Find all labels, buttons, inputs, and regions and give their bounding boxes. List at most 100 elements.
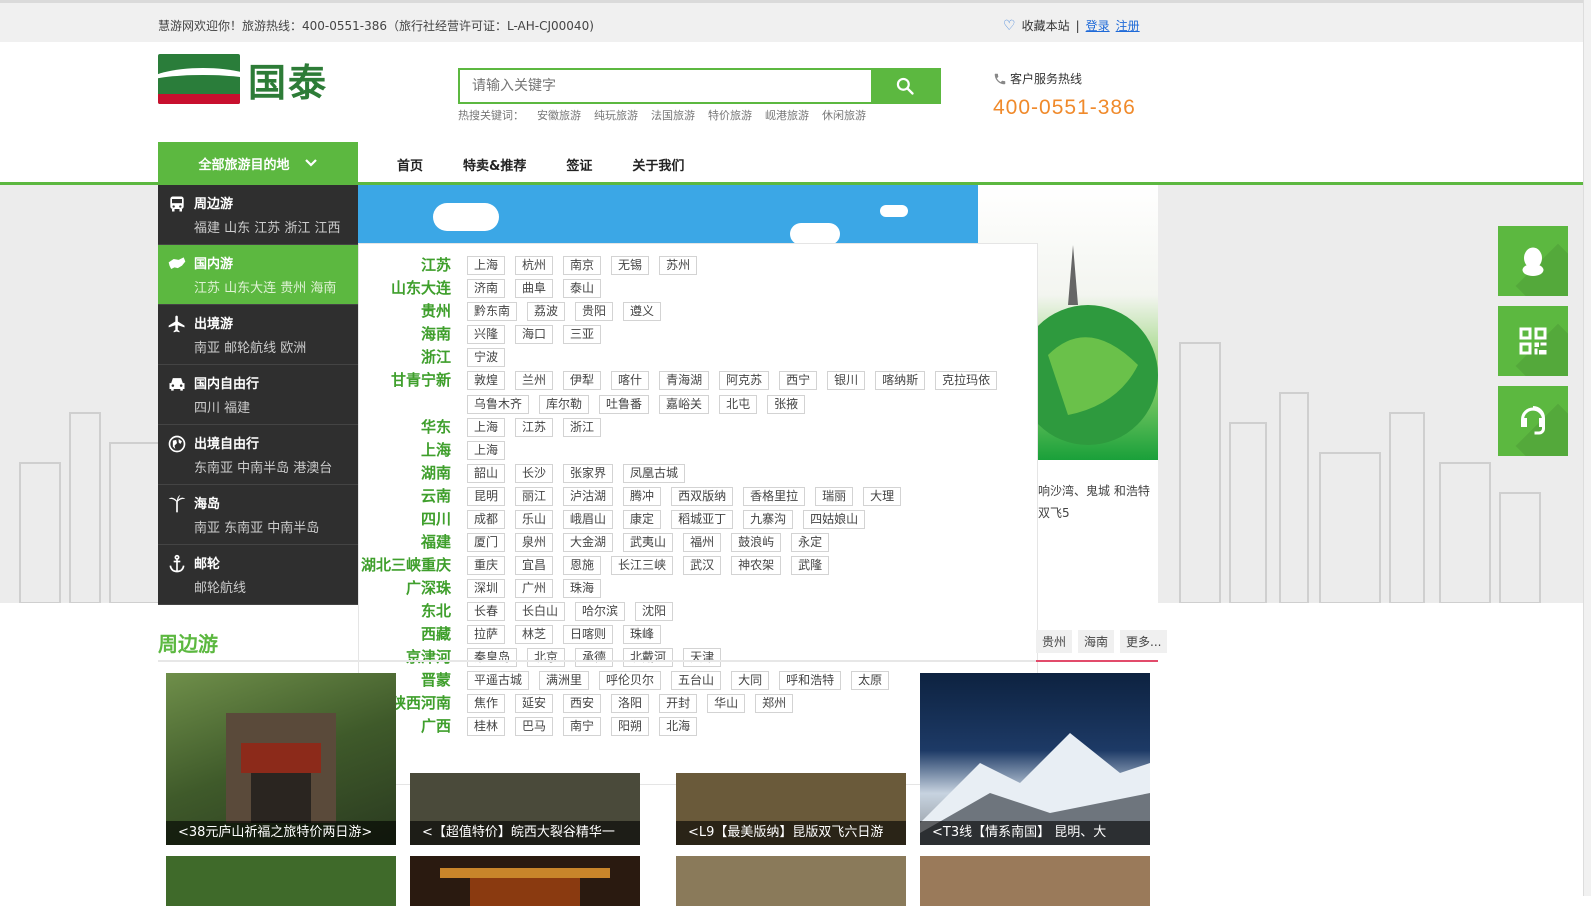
destination-city-chip[interactable]: 峨眉山 — [563, 510, 614, 529]
destination-city-chip[interactable]: 珠峰 — [623, 625, 662, 644]
destination-city-chip[interactable]: 西宁 — [779, 371, 818, 390]
destination-region[interactable]: 甘青宁新 — [359, 371, 467, 389]
destination-city-chip[interactable]: 呼伦贝尔 — [599, 671, 662, 690]
search-button[interactable] — [871, 70, 939, 102]
destination-region[interactable]: 西藏 — [359, 625, 467, 643]
tour-card[interactable]: <【超值特价】皖西大裂谷精华一 — [410, 773, 640, 845]
category-domestic-free[interactable]: 国内自由行 四川 福建 — [158, 365, 358, 425]
category-nearby[interactable]: 周边游 福建 山东 江苏 浙江 江西 — [158, 185, 358, 245]
qr-code-button[interactable] — [1498, 306, 1568, 376]
destination-city-chip[interactable]: 济南 — [467, 279, 506, 298]
destination-city-chip[interactable]: 林芝 — [515, 625, 554, 644]
qq-chat-button[interactable] — [1498, 226, 1568, 296]
hot-keyword[interactable]: 法国旅游 — [651, 107, 695, 123]
destination-city-chip[interactable]: 敦煌 — [467, 371, 506, 390]
destination-city-chip[interactable]: 延安 — [515, 694, 554, 713]
destination-region[interactable]: 广深珠 — [359, 579, 467, 597]
destination-city-chip[interactable]: 吐鲁番 — [599, 395, 650, 414]
destination-city-chip[interactable]: 韶山 — [467, 464, 506, 483]
section-tab[interactable]: 贵州 — [1036, 630, 1073, 653]
destination-city-chip[interactable]: 开封 — [659, 694, 698, 713]
destination-city-chip[interactable]: 平遥古城 — [467, 671, 530, 690]
destination-city-chip[interactable]: 北海 — [659, 717, 698, 736]
nav-item-visa[interactable]: 签证 — [566, 155, 592, 174]
destination-city-chip[interactable]: 宁波 — [467, 348, 506, 367]
destination-city-chip[interactable]: 浙江 — [563, 418, 602, 437]
destination-city-chip[interactable]: 大理 — [863, 487, 902, 506]
heart-icon[interactable]: ♡ — [1003, 18, 1016, 34]
destination-city-chip[interactable]: 杭州 — [515, 256, 554, 275]
destination-city-chip[interactable]: 哈尔滨 — [575, 602, 626, 621]
destination-city-chip[interactable]: 银川 — [827, 371, 866, 390]
destination-city-chip[interactable]: 永定 — [791, 533, 830, 552]
destination-city-chip[interactable]: 洛阳 — [611, 694, 650, 713]
destination-city-chip[interactable]: 郑州 — [755, 694, 794, 713]
destination-city-chip[interactable]: 瑞丽 — [815, 487, 854, 506]
destination-city-chip[interactable]: 武夷山 — [623, 533, 674, 552]
destination-city-chip[interactable]: 伊犁 — [563, 371, 602, 390]
destination-region[interactable]: 贵州 — [359, 302, 467, 320]
destination-city-chip[interactable]: 张家界 — [563, 464, 614, 483]
destination-city-chip[interactable]: 长白山 — [515, 602, 566, 621]
tour-card[interactable] — [166, 856, 396, 906]
destination-city-chip[interactable]: 秦皇岛 — [467, 648, 518, 667]
destination-city-chip[interactable]: 海口 — [515, 325, 554, 344]
nav-item-home[interactable]: 首页 — [397, 155, 423, 174]
destination-city-chip[interactable]: 拉萨 — [467, 625, 506, 644]
destination-city-chip[interactable]: 焦作 — [467, 694, 506, 713]
destination-city-chip[interactable]: 武隆 — [791, 556, 830, 575]
tour-card[interactable] — [410, 856, 640, 906]
destination-region[interactable]: 海南 — [359, 325, 467, 343]
destination-region[interactable]: 山东大连 — [359, 279, 467, 297]
destination-city-chip[interactable]: 四姑娘山 — [803, 510, 866, 529]
destination-region[interactable]: 东北 — [359, 602, 467, 620]
destination-city-chip[interactable]: 太原 — [851, 671, 890, 690]
destination-city-chip[interactable]: 巴马 — [515, 717, 554, 736]
hot-keyword[interactable]: 岘港旅游 — [765, 107, 809, 123]
tour-card[interactable]: <L9【最美版纳】昆版双飞六日游 — [676, 773, 906, 845]
category-outbound-free[interactable]: 出境自由行 东南亚 中南半岛 港澳台 — [158, 425, 358, 485]
destination-city-chip[interactable]: 喀纳斯 — [875, 371, 926, 390]
destination-region[interactable]: 华东 — [359, 418, 467, 436]
destination-city-chip[interactable]: 长沙 — [515, 464, 554, 483]
destination-city-chip[interactable]: 南京 — [563, 256, 602, 275]
destination-city-chip[interactable]: 泉州 — [515, 533, 554, 552]
destination-city-chip[interactable]: 阿克苏 — [719, 371, 770, 390]
destination-city-chip[interactable]: 青海湖 — [659, 371, 710, 390]
destination-city-chip[interactable]: 满洲里 — [539, 671, 590, 690]
destination-city-chip[interactable]: 南宁 — [563, 717, 602, 736]
login-link[interactable]: 登录 — [1086, 17, 1110, 34]
destination-city-chip[interactable]: 曲阜 — [515, 279, 554, 298]
destination-city-chip[interactable]: 黔东南 — [467, 302, 518, 321]
destination-city-chip[interactable]: 日喀则 — [563, 625, 614, 644]
destination-city-chip[interactable]: 泸沽湖 — [563, 487, 614, 506]
destination-city-chip[interactable]: 福州 — [683, 533, 722, 552]
destination-city-chip[interactable]: 北屯 — [719, 395, 758, 414]
destination-city-chip[interactable]: 承德 — [575, 648, 614, 667]
destination-city-chip[interactable]: 香格里拉 — [743, 487, 806, 506]
destination-city-chip[interactable]: 腾冲 — [623, 487, 662, 506]
tour-card[interactable] — [676, 856, 906, 906]
tour-card[interactable]: <38元庐山祈福之旅特价两日游> — [166, 673, 396, 845]
hot-keyword[interactable]: 纯玩旅游 — [594, 107, 638, 123]
hot-keyword[interactable]: 安徽旅游 — [537, 107, 581, 123]
destination-city-chip[interactable]: 喀什 — [611, 371, 650, 390]
destination-city-chip[interactable]: 康定 — [623, 510, 662, 529]
destination-city-chip[interactable]: 广州 — [515, 579, 554, 598]
destination-region[interactable]: 江苏 — [359, 256, 467, 274]
destination-city-chip[interactable]: 遵义 — [623, 302, 662, 321]
destination-city-chip[interactable]: 稻城亚丁 — [671, 510, 734, 529]
destination-city-chip[interactable]: 北戴河 — [623, 648, 674, 667]
search-input[interactable] — [460, 70, 871, 102]
scrollbar[interactable] — [1583, 0, 1591, 896]
destination-city-chip[interactable]: 兴隆 — [467, 325, 506, 344]
all-destinations-button[interactable]: 全部旅游目的地 — [158, 142, 358, 184]
category-cruise[interactable]: 邮轮 邮轮航线 — [158, 545, 358, 605]
destination-city-chip[interactable]: 珠海 — [563, 579, 602, 598]
destination-city-chip[interactable]: 恩施 — [563, 556, 602, 575]
destination-city-chip[interactable]: 江苏 — [515, 418, 554, 437]
destination-city-chip[interactable]: 成都 — [467, 510, 506, 529]
destination-region[interactable]: 上海 — [359, 441, 467, 459]
destination-city-chip[interactable]: 西双版纳 — [671, 487, 734, 506]
destination-city-chip[interactable]: 沈阳 — [635, 602, 674, 621]
